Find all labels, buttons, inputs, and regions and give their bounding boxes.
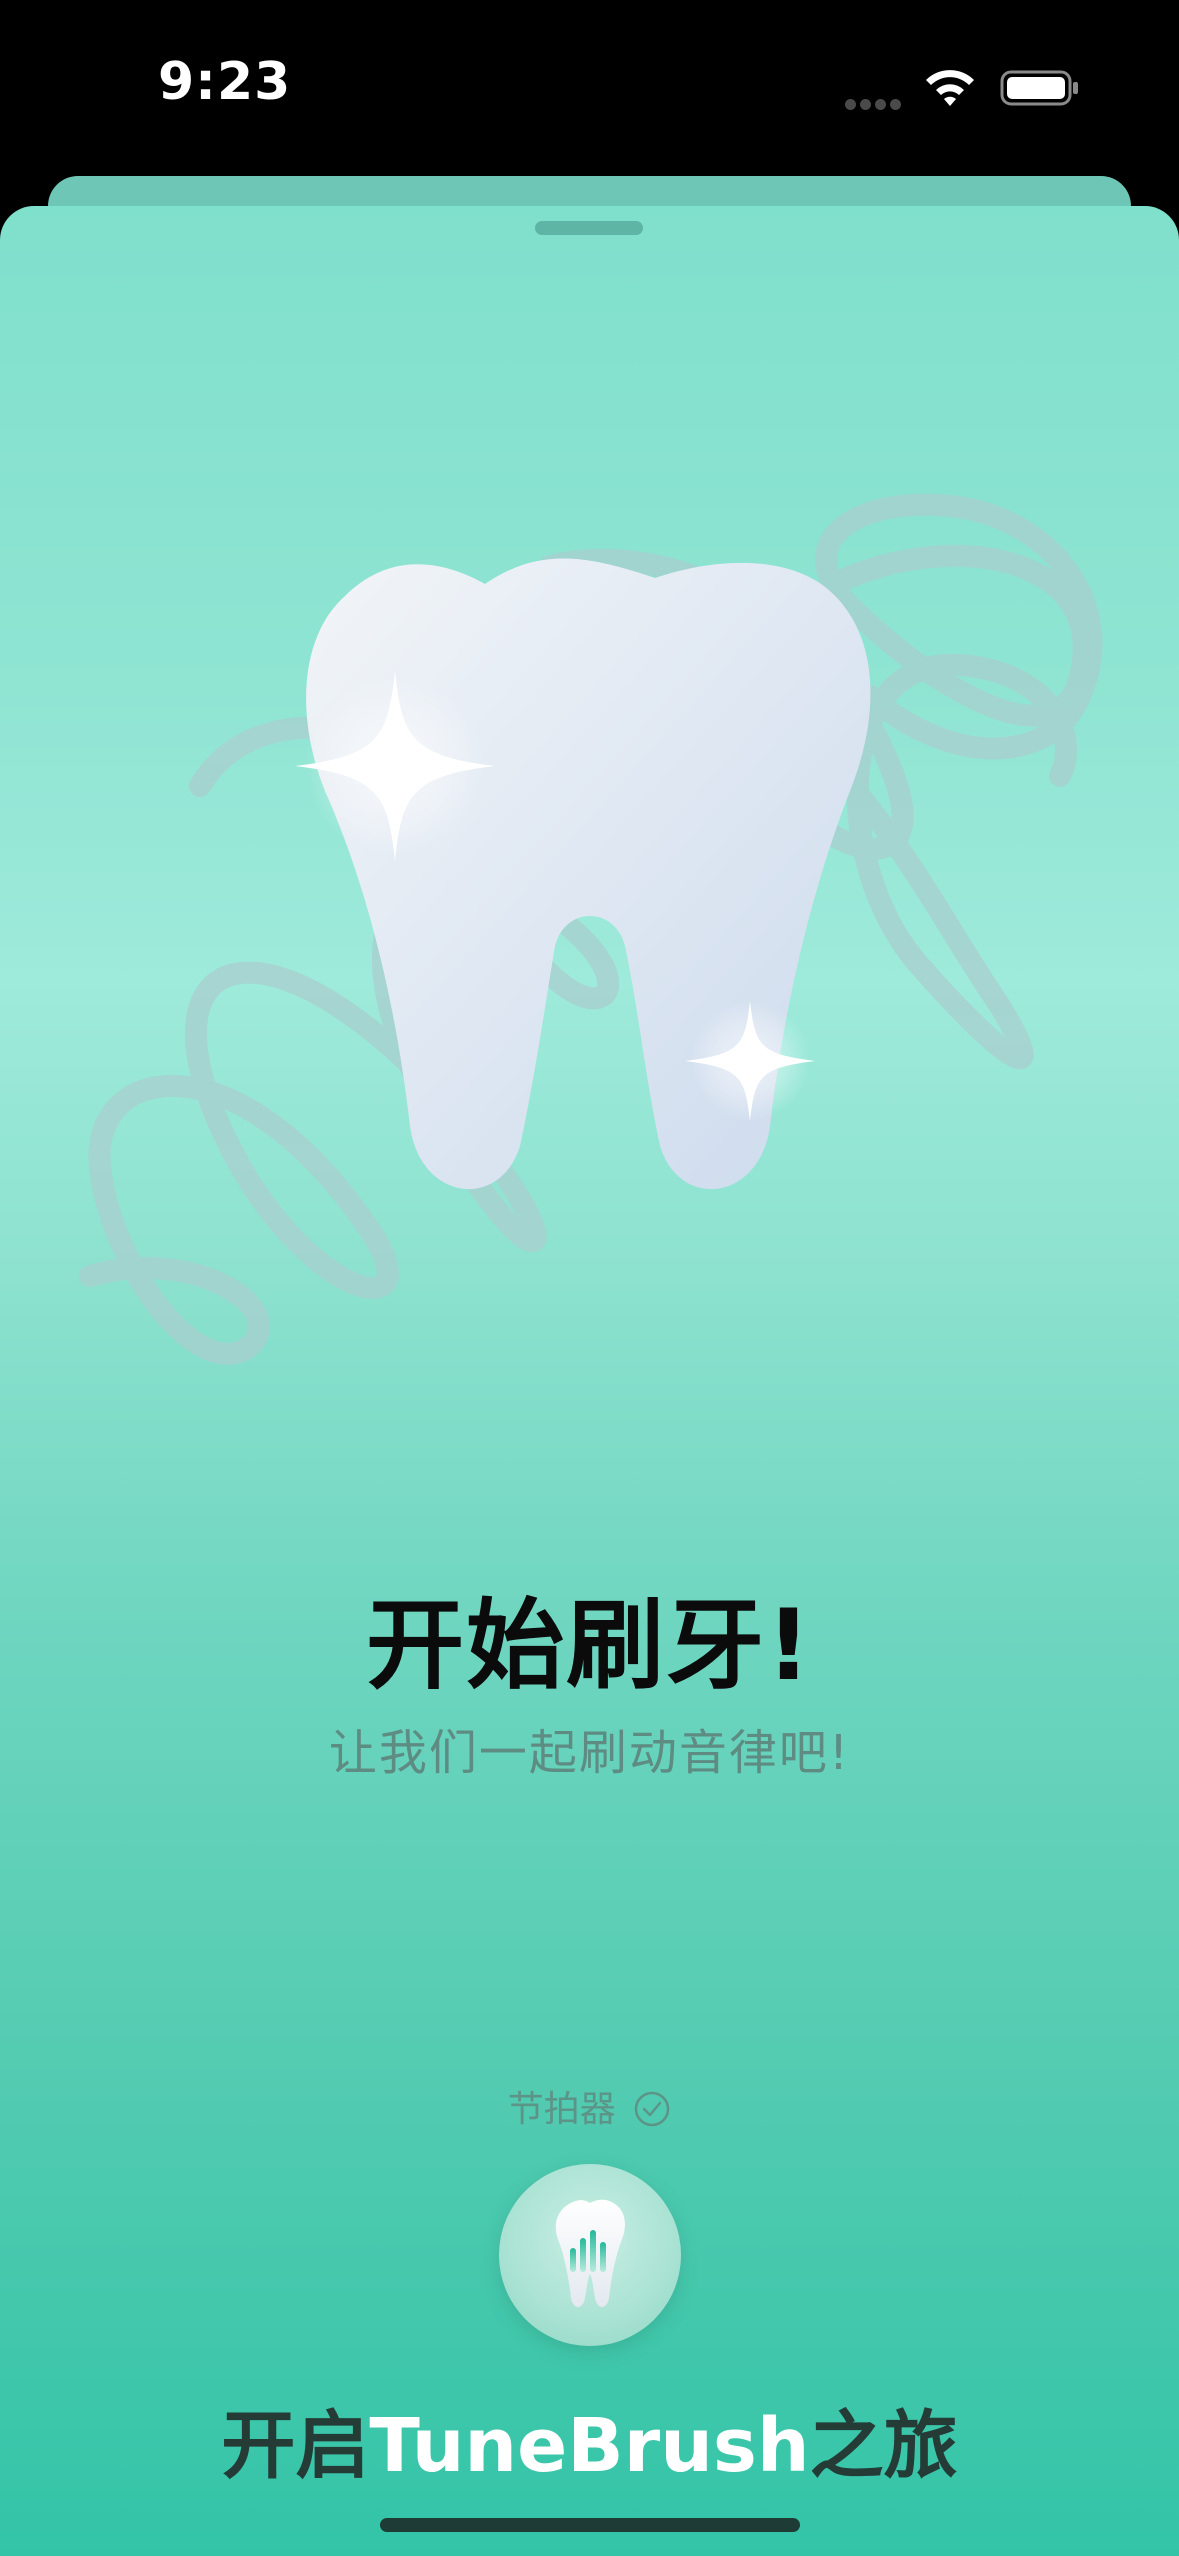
sheet-grabber[interactable]	[535, 221, 643, 235]
metronome-toggle[interactable]: 节拍器	[0, 2080, 1179, 2132]
status-time: 9:23	[158, 52, 292, 112]
sparkling-tooth-icon	[79, 493, 1103, 1365]
battery-icon	[1000, 70, 1078, 106]
start-journey-cta[interactable]: 开启TuneBrush之旅	[0, 2386, 1179, 2493]
signal-dots-icon	[845, 95, 905, 110]
check-circle-icon	[634, 2091, 670, 2127]
page-title: 开始刷牙!	[366, 1589, 813, 1703]
tooth-soundwave-icon	[555, 2199, 625, 2307]
screen: 9:23 开始刷牙! 让我们一起刷动音律吧! 节拍器 开启TuneBrush之旅	[0, 0, 1179, 2556]
wifi-icon	[926, 70, 974, 106]
home-indicator[interactable]	[380, 2518, 800, 2532]
cta-prefix: 开启	[221, 2403, 370, 2489]
metronome-label: 节拍器	[507, 2089, 616, 2130]
onboarding-sheet: 开始刷牙! 让我们一起刷动音律吧! 节拍器 开启TuneBrush之旅	[0, 206, 1179, 2556]
page-subtitle: 让我们一起刷动音律吧!	[328, 1725, 851, 1781]
cta-suffix: 之旅	[809, 2403, 958, 2489]
cta-brand: TuneBrush	[369, 2403, 810, 2489]
status-bar: 9:23	[0, 0, 1179, 175]
start-brushing-button[interactable]	[499, 2164, 681, 2346]
